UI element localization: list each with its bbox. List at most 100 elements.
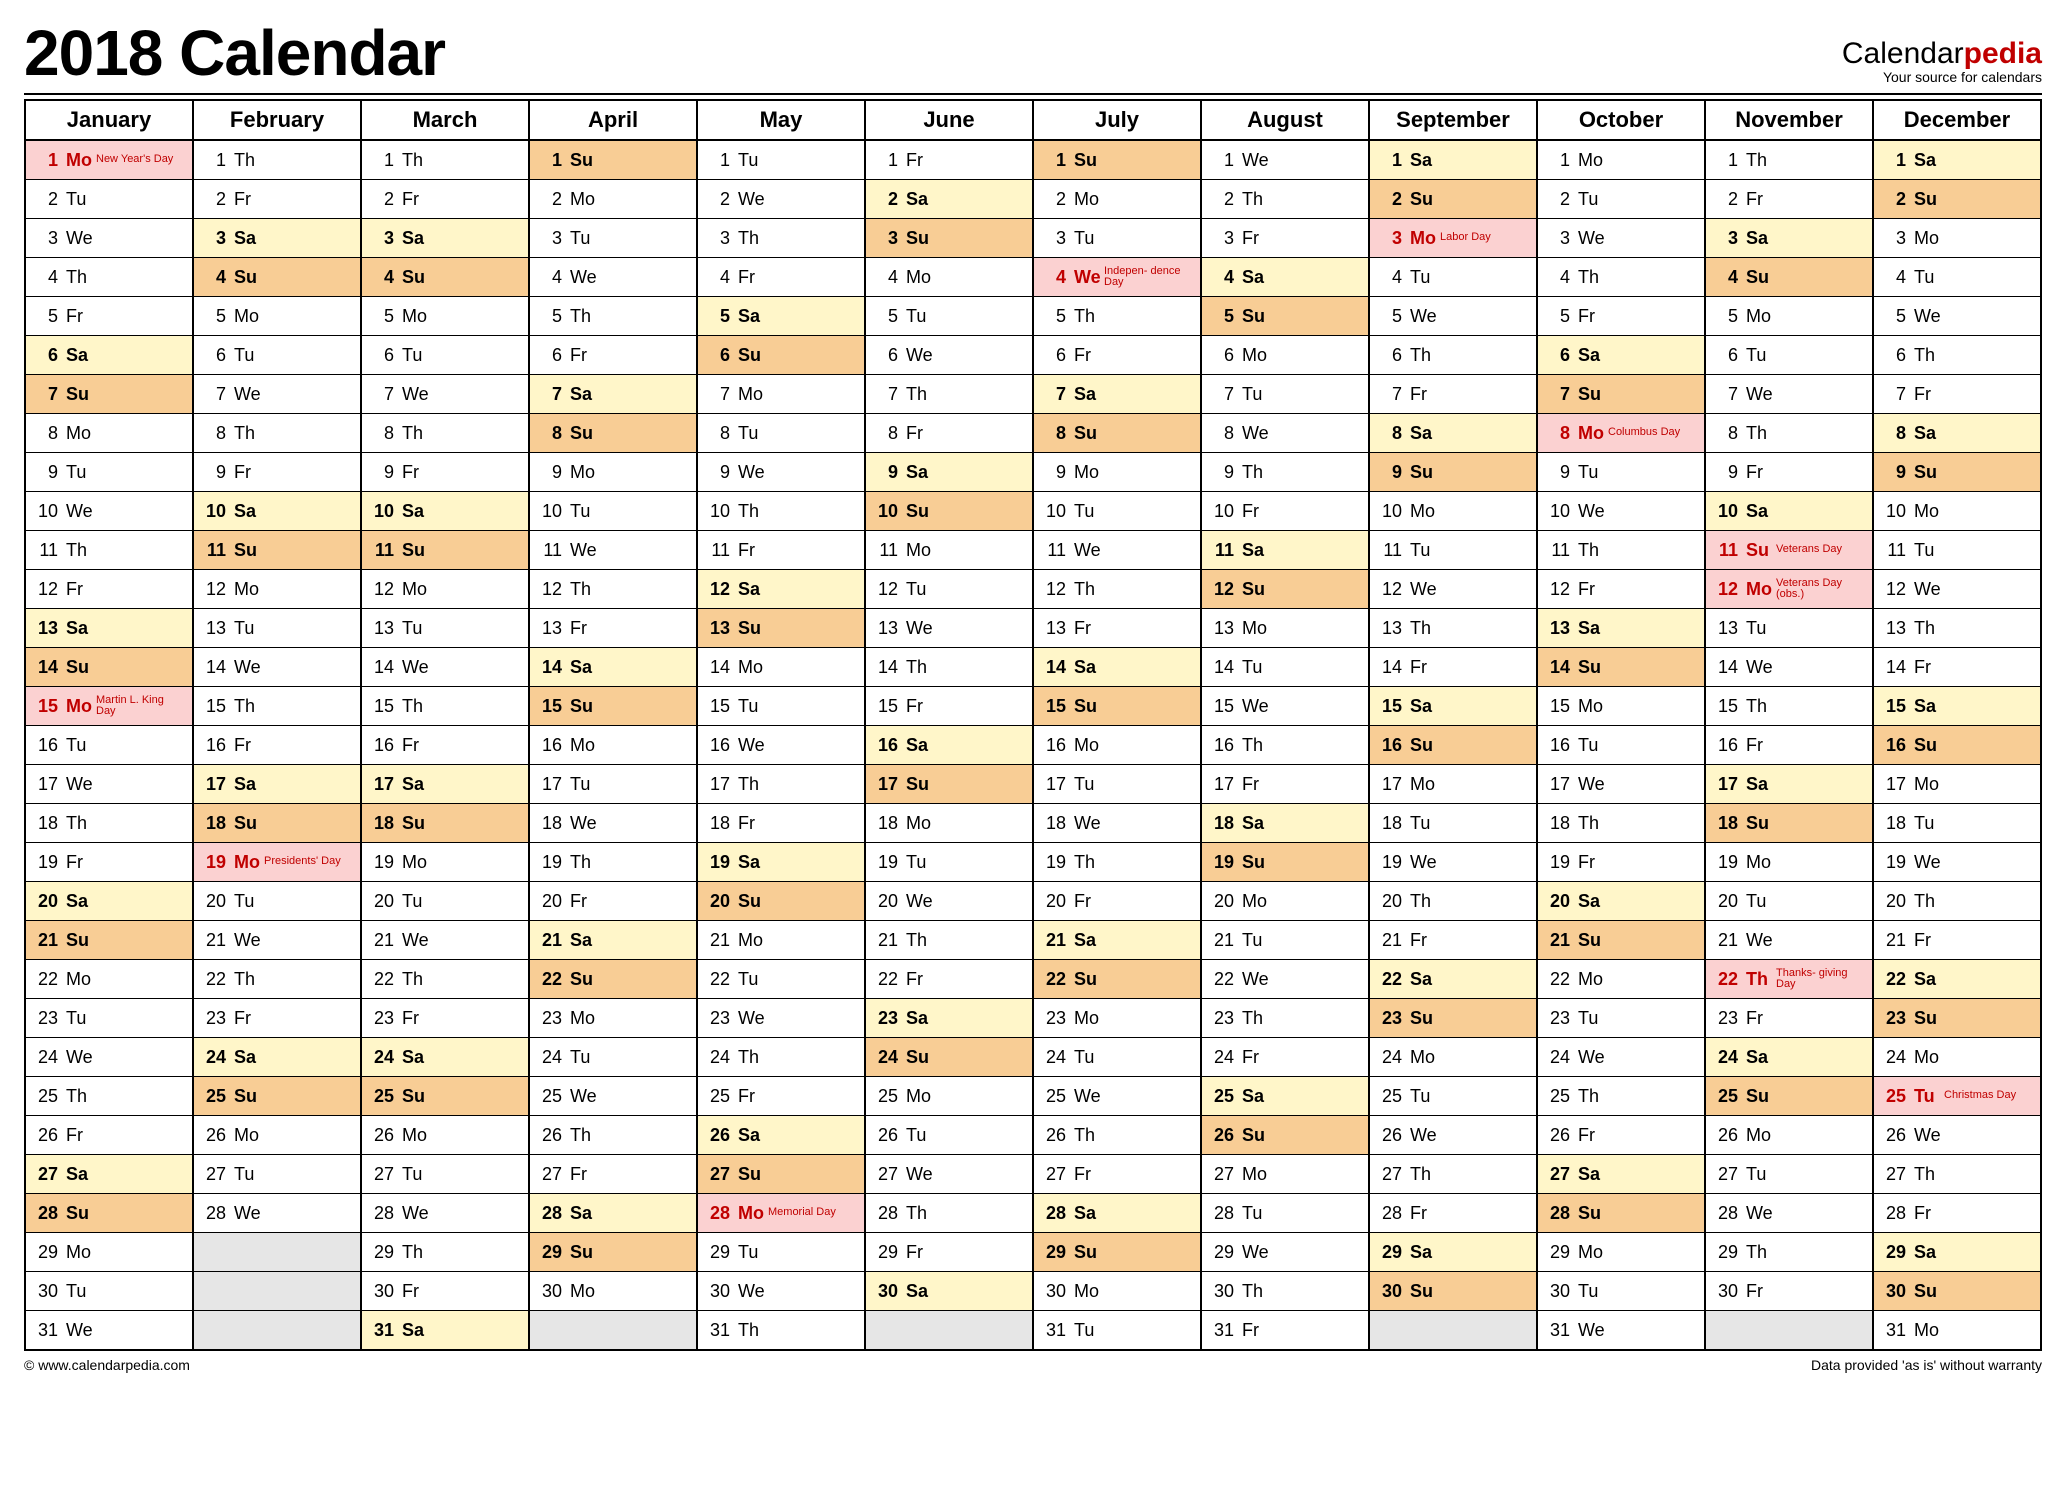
day-cell: 14Sa: [529, 648, 697, 687]
day-of-week: Fr: [234, 462, 264, 483]
day-of-week: Tu: [1578, 189, 1608, 210]
day-number: 29: [1040, 1242, 1066, 1263]
day-of-week: Su: [1242, 306, 1272, 327]
day-of-week: Tu: [570, 501, 600, 522]
day-of-week: Su: [570, 969, 600, 990]
day-of-week: Sa: [570, 384, 600, 405]
day-number: 19: [1040, 852, 1066, 873]
day-cell: 28Sa: [1033, 1194, 1201, 1233]
day-number: 26: [1376, 1125, 1402, 1146]
day-cell: 7Th: [865, 375, 1033, 414]
day-number: 21: [200, 930, 226, 951]
day-number: 8: [1712, 423, 1738, 444]
day-number: 22: [1880, 969, 1906, 990]
day-cell: 30Su: [1873, 1272, 2041, 1311]
day-of-week: Th: [66, 267, 96, 288]
day-number: 14: [536, 657, 562, 678]
day-number: 15: [1208, 696, 1234, 717]
day-cell: 8Mo: [25, 414, 193, 453]
day-of-week: Fr: [906, 423, 936, 444]
day-of-week: Th: [738, 1047, 768, 1068]
day-of-week: We: [738, 1281, 768, 1302]
day-cell: 24We: [25, 1038, 193, 1077]
day-of-week: Fr: [906, 1242, 936, 1263]
day-of-week: Tu: [1074, 1047, 1104, 1068]
brand-subtitle: Your source for calendars: [1842, 69, 2042, 85]
day-of-week: Th: [1074, 306, 1104, 327]
day-cell: 11Su: [361, 531, 529, 570]
day-of-week: Fr: [234, 1008, 264, 1029]
day-number: 27: [1712, 1164, 1738, 1185]
day-of-week: Tu: [1074, 774, 1104, 795]
day-number: 1: [536, 150, 562, 171]
day-of-week: Sa: [1578, 345, 1608, 366]
day-number: 7: [1208, 384, 1234, 405]
day-number: 27: [200, 1164, 226, 1185]
day-cell: 18Th: [1537, 804, 1705, 843]
day-number: 9: [872, 462, 898, 483]
day-cell: [193, 1272, 361, 1311]
day-cell: 21Fr: [1873, 921, 2041, 960]
day-cell: 6Sa: [25, 336, 193, 375]
day-cell: 6Tu: [193, 336, 361, 375]
day-of-week: Th: [66, 540, 96, 561]
day-number: 18: [1040, 813, 1066, 834]
day-of-week: Th: [570, 579, 600, 600]
day-cell: 13Tu: [361, 609, 529, 648]
day-of-week: Sa: [906, 462, 936, 483]
day-cell: 2Tu: [1537, 180, 1705, 219]
day-of-week: Fr: [1074, 891, 1104, 912]
day-of-week: We: [1746, 1203, 1776, 1224]
day-number: 11: [1376, 540, 1402, 561]
day-of-week: Sa: [1410, 969, 1440, 990]
day-cell: 4Th: [25, 258, 193, 297]
day-number: 25: [1208, 1086, 1234, 1107]
day-of-week: We: [66, 1320, 96, 1341]
day-cell: 27Tu: [361, 1155, 529, 1194]
day-cell: 29Su: [1033, 1233, 1201, 1272]
month-header: November: [1705, 100, 1873, 140]
day-number: 14: [368, 657, 394, 678]
day-of-week: Fr: [906, 696, 936, 717]
day-of-week: Su: [402, 267, 432, 288]
brand-text-2: pedia: [1964, 37, 2042, 70]
day-cell: 7Su: [1537, 375, 1705, 414]
day-number: 16: [1376, 735, 1402, 756]
day-number: 3: [200, 228, 226, 249]
day-cell: 4Tu: [1873, 258, 2041, 297]
day-cell: 27Tu: [193, 1155, 361, 1194]
day-of-week: Sa: [1578, 618, 1608, 639]
day-cell: 30Su: [1369, 1272, 1537, 1311]
day-cell: 25Mo: [865, 1077, 1033, 1116]
day-number: 4: [368, 267, 394, 288]
day-cell: 25Su: [361, 1077, 529, 1116]
day-number: 25: [368, 1086, 394, 1107]
day-number: 9: [1376, 462, 1402, 483]
day-cell: 4WeIndepen- dence Day: [1033, 258, 1201, 297]
day-of-week: Su: [570, 423, 600, 444]
day-number: 16: [1712, 735, 1738, 756]
day-cell: 19MoPresidents' Day: [193, 843, 361, 882]
day-of-week: We: [906, 345, 936, 366]
day-of-week: Su: [1410, 735, 1440, 756]
day-cell: 12Fr: [1537, 570, 1705, 609]
day-of-week: Th: [906, 930, 936, 951]
day-of-week: Su: [1746, 1086, 1776, 1107]
day-cell: 12Su: [1201, 570, 1369, 609]
day-number: 5: [872, 306, 898, 327]
day-cell: 5Mo: [1705, 297, 1873, 336]
day-cell: [865, 1311, 1033, 1351]
day-cell: 20Th: [1873, 882, 2041, 921]
day-cell: 26Su: [1201, 1116, 1369, 1155]
day-number: 16: [200, 735, 226, 756]
day-number: 11: [1880, 540, 1906, 561]
day-cell: 29Mo: [25, 1233, 193, 1272]
day-cell: 5Fr: [25, 297, 193, 336]
day-of-week: Fr: [570, 891, 600, 912]
day-of-week: Su: [1074, 969, 1104, 990]
day-number: 24: [1040, 1047, 1066, 1068]
day-number: 27: [1544, 1164, 1570, 1185]
day-cell: 1Th: [361, 140, 529, 180]
day-number: 1: [368, 150, 394, 171]
day-number: 26: [1880, 1125, 1906, 1146]
